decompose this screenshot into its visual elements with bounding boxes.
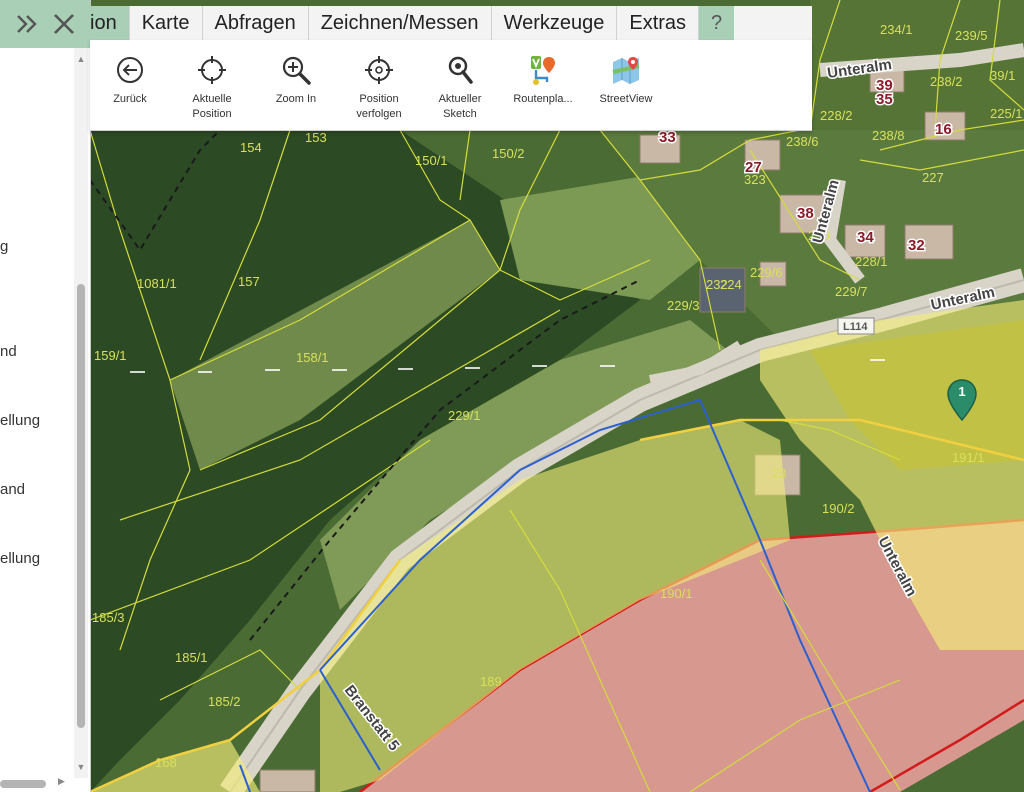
parcel-label: 168: [155, 755, 177, 770]
parcel-label: 150/2: [492, 146, 525, 161]
tab-abfragen[interactable]: Abfragen: [203, 6, 309, 40]
parcel-label: 227: [922, 170, 944, 185]
road-number: L114: [843, 321, 868, 333]
tool-label: StreetView: [599, 93, 653, 105]
zoom-in-button[interactable]: Zoom In: [256, 54, 336, 107]
parcel-label: 238/2: [930, 74, 963, 89]
vertical-scrollbar[interactable]: ▲ ▼: [74, 48, 88, 778]
parcel-label: 190/1: [660, 586, 693, 601]
streetview-icon: [612, 57, 640, 84]
house-number: 32: [908, 237, 925, 254]
parcel-label: 150/1: [415, 153, 448, 168]
parcel-label: 153: [305, 130, 327, 145]
current-sketch-button[interactable]: Aktueller Sketch: [420, 54, 500, 122]
parcel-label: 189: [480, 674, 502, 689]
zoom-in-icon: [282, 56, 311, 85]
streetview-button[interactable]: StreetView: [586, 54, 666, 107]
tool-label: Position: [192, 108, 232, 120]
tool-bar: Zurück Aktuelle Position Zoom In Positio…: [90, 40, 812, 131]
parcel-label: 228/2: [820, 108, 853, 123]
tool-label: Aktueller: [438, 93, 482, 105]
marker-label: 1: [958, 384, 966, 399]
parcel-label: 224: [720, 277, 742, 292]
tool-label: Position: [359, 93, 399, 105]
parcel-label: 159/1: [94, 348, 127, 363]
track-position-icon: [365, 56, 393, 84]
house-number: 27: [745, 159, 762, 176]
parcel-label: 228/1: [855, 254, 888, 269]
parcel-label: 238/6: [786, 134, 819, 149]
house-number: 34: [857, 229, 874, 246]
house-number: 38: [797, 205, 814, 222]
parcel-label: 158/1: [296, 350, 329, 365]
scroll-down-arrow-icon[interactable]: ▼: [74, 760, 88, 774]
location-marker[interactable]: 1: [946, 378, 978, 424]
scroll-right-arrow-icon[interactable]: ▶: [58, 776, 65, 787]
tab-navigation[interactable]: ion: [90, 6, 130, 40]
panel-item[interactable]: nd: [0, 343, 17, 360]
parcel-label: 229/7: [835, 284, 868, 299]
route-planner-button[interactable]: Routenpla...: [503, 54, 583, 107]
current-position-button[interactable]: Aktuelle Position: [172, 54, 252, 122]
panel-item[interactable]: g: [0, 238, 8, 255]
parcel-label: 157: [238, 274, 260, 289]
tab-extras[interactable]: Extras: [617, 6, 700, 40]
parcel-label: 229/1: [448, 408, 481, 423]
crosshair-icon: [198, 56, 226, 84]
parcel-label: 191/1: [952, 450, 985, 465]
track-position-button[interactable]: Position verfolgen: [339, 54, 419, 122]
parcel-label: 185/3: [92, 610, 125, 625]
parcel-label: 185/1: [175, 650, 208, 665]
panel-header: [0, 0, 90, 48]
parcel-label: 238/8: [872, 128, 905, 143]
parcel-label: 229/3: [667, 298, 700, 313]
tool-label: Sketch: [443, 108, 477, 120]
panel-item[interactable]: ellung: [0, 550, 40, 567]
parcel-label: 23: [772, 466, 786, 481]
tool-label: verfolgen: [356, 108, 402, 120]
close-icon: [54, 14, 74, 34]
tab-werkzeuge[interactable]: Werkzeuge: [492, 6, 618, 40]
parcel-label: 225/1: [990, 106, 1023, 121]
tool-label: Aktuelle: [192, 93, 232, 105]
tool-label: Routenpla...: [513, 93, 573, 105]
back-arrow-icon: [117, 57, 143, 83]
expand-panel-button[interactable]: [10, 6, 46, 42]
house-number: 33: [659, 129, 676, 146]
close-panel-button[interactable]: [46, 6, 82, 42]
parcel-label: 185/2: [208, 694, 241, 709]
tab-karte[interactable]: Karte: [130, 6, 203, 40]
parcel-label: 39/1: [990, 68, 1015, 83]
route-planner-icon: [531, 56, 555, 85]
back-button[interactable]: Zurück: [90, 54, 170, 107]
parcel-label: 239/5: [955, 28, 988, 43]
horizontal-scroll-thumb[interactable]: [0, 780, 46, 788]
tab-zeichnen-messen[interactable]: Zeichnen/Messen: [309, 6, 492, 40]
parcel-label: 154: [240, 140, 262, 155]
panel-item-list: g nd ellung and ellung: [0, 48, 74, 792]
help-button[interactable]: ?: [699, 6, 735, 40]
panel-item[interactable]: and: [0, 481, 25, 498]
parcel-label: 234/1: [880, 22, 913, 37]
house-number: 35: [876, 91, 893, 108]
road-number-badge: L114: [837, 317, 875, 335]
side-panel: g nd ellung and ellung ▲ ▼ ▶: [0, 0, 91, 792]
double-chevron-right-icon: [17, 15, 37, 33]
map-pin-icon: [448, 56, 473, 84]
parcel-label: 229/6: [750, 265, 783, 280]
house-number: 16: [935, 121, 952, 138]
parcel-label: 1081/1: [137, 276, 177, 291]
scroll-up-arrow-icon[interactable]: ▲: [74, 52, 88, 66]
tool-label: Zoom In: [275, 93, 317, 105]
tool-label: Zurück: [113, 93, 147, 105]
parcel-label: 190/2: [822, 501, 855, 516]
menu-bar: ion Karte Abfragen Zeichnen/Messen Werkz…: [90, 6, 812, 40]
vertical-scroll-thumb[interactable]: [77, 284, 85, 728]
panel-item[interactable]: ellung: [0, 412, 40, 429]
